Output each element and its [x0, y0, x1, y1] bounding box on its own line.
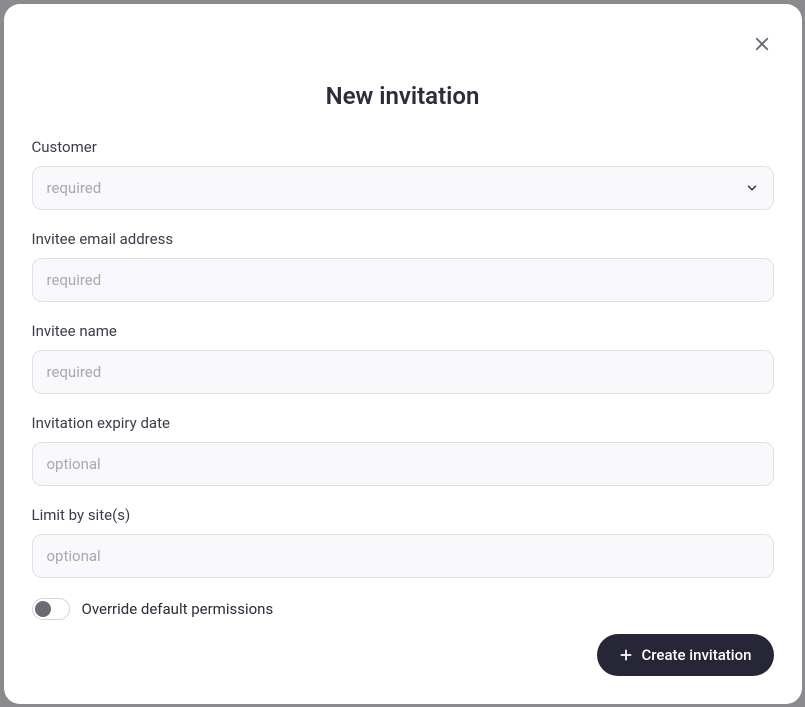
override-permissions-row: Override default permissions — [32, 598, 774, 620]
customer-label: Customer — [32, 138, 774, 156]
customer-select[interactable]: required — [32, 166, 774, 210]
modal-title: New invitation — [32, 82, 774, 110]
close-icon — [753, 35, 771, 53]
name-label: Invitee name — [32, 322, 774, 340]
expiry-input[interactable] — [32, 442, 774, 486]
field-expiry: Invitation expiry date — [32, 414, 774, 486]
chevron-down-icon — [745, 181, 759, 195]
field-sites: Limit by site(s) — [32, 506, 774, 578]
sites-input[interactable] — [32, 534, 774, 578]
expiry-label: Invitation expiry date — [32, 414, 774, 432]
field-name: Invitee name — [32, 322, 774, 394]
email-label: Invitee email address — [32, 230, 774, 248]
create-button-label: Create invitation — [641, 646, 751, 664]
email-input[interactable] — [32, 258, 774, 302]
override-permissions-label: Override default permissions — [82, 600, 274, 618]
plus-icon — [619, 648, 633, 662]
name-input[interactable] — [32, 350, 774, 394]
sites-label: Limit by site(s) — [32, 506, 774, 524]
field-email: Invitee email address — [32, 230, 774, 302]
new-invitation-modal: New invitation Customer required Invitee… — [4, 4, 802, 704]
toggle-knob — [35, 601, 51, 617]
customer-placeholder: required — [47, 179, 102, 197]
override-permissions-toggle[interactable] — [32, 598, 70, 620]
field-customer: Customer required — [32, 138, 774, 210]
close-button[interactable] — [750, 32, 774, 56]
create-invitation-button[interactable]: Create invitation — [597, 634, 773, 676]
